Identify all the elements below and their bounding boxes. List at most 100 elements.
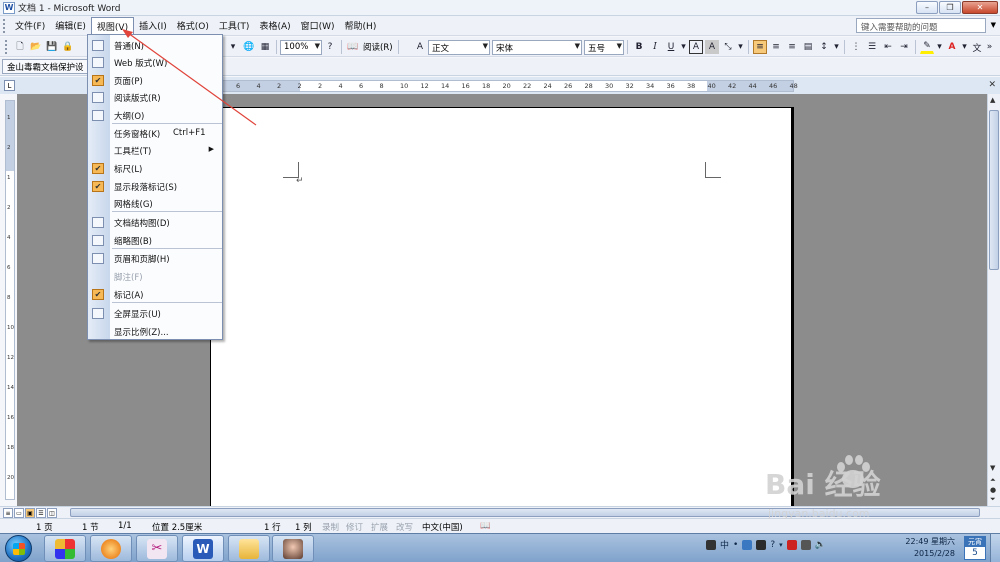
menu-window[interactable]: 窗口(W): [296, 17, 340, 34]
align-justify-icon[interactable]: ≡: [753, 40, 767, 54]
view-menu-item-15[interactable]: 全屏显示(U): [88, 305, 222, 322]
horizontal-ruler[interactable]: 6 4 2 2 2 4 6 8 10 12 14 16 18 20 22 24 26 28 30 32 34 36 38 40…: [211, 80, 798, 92]
keyboard-layout-icon[interactable]: [706, 539, 716, 550]
help-search-input[interactable]: 键入需要帮助的问题: [856, 18, 986, 33]
reading-view-button[interactable]: ◫: [47, 508, 57, 518]
italic-button[interactable]: I: [648, 40, 662, 54]
vertical-scroll-thumb[interactable]: [989, 110, 999, 270]
line-spacing-dropdown-icon[interactable]: ▾: [833, 40, 840, 54]
highlight-icon[interactable]: ✎: [920, 40, 934, 54]
view-menu-item-9[interactable]: 网格线(G): [88, 195, 222, 212]
menu-insert[interactable]: 插入(I): [134, 17, 172, 34]
view-menu-item-5[interactable]: 任务窗格(K) Ctrl+F1: [88, 125, 222, 142]
zoom-select[interactable]: 100% ▼: [280, 39, 322, 55]
duba-protect-button[interactable]: 金山毒霸文档保护设: [2, 59, 90, 74]
new-document-icon[interactable]: 🗋: [13, 40, 27, 54]
view-menu-item-12[interactable]: 页眉和页脚(H): [88, 250, 222, 267]
view-menu-item-2[interactable]: ✔ 页面(P): [88, 72, 222, 89]
view-menu-item-4[interactable]: 大纲(O): [88, 107, 222, 124]
view-menu-item-1[interactable]: Web 版式(W): [88, 54, 222, 71]
spelling-status-icon[interactable]: 📖: [480, 521, 491, 531]
next-page-icon[interactable]: ⏷: [990, 495, 996, 504]
scroll-up-icon[interactable]: ▲: [990, 96, 995, 104]
minimize-button[interactable]: –: [916, 1, 938, 14]
menu-format[interactable]: 格式(O): [172, 17, 214, 34]
menu-tools[interactable]: 工具(T): [214, 17, 255, 34]
status-rec[interactable]: 录制: [322, 521, 339, 533]
network-icon[interactable]: [800, 539, 811, 550]
toolbar-grip[interactable]: [3, 18, 6, 33]
status-trk[interactable]: 修订: [346, 521, 363, 533]
security-icon[interactable]: [786, 539, 797, 550]
help-icon[interactable]: ?: [323, 40, 337, 54]
font-size-select[interactable]: 五号 ▼: [584, 39, 624, 55]
calendar-widget[interactable]: 元宵 5: [964, 536, 986, 560]
start-button[interactable]: [5, 535, 32, 562]
show-desktop-button[interactable]: [990, 534, 1000, 562]
menu-edit[interactable]: 编辑(E): [50, 17, 91, 34]
taskbar-explorer[interactable]: [228, 535, 270, 562]
font-select[interactable]: 宋体 ▼: [492, 39, 582, 55]
font-color-icon[interactable]: A: [945, 40, 959, 54]
normal-view-button[interactable]: ≡: [3, 508, 13, 518]
font-color-dropdown-icon[interactable]: ▾: [961, 40, 968, 54]
ime-indicator[interactable]: 中: [720, 538, 729, 551]
taskbar-app-1[interactable]: [44, 535, 86, 562]
style-select[interactable]: 正文 ▼: [428, 39, 490, 55]
align-center-icon[interactable]: ≡: [769, 40, 783, 54]
close-document-icon[interactable]: ✕: [988, 80, 996, 90]
word-app-icon[interactable]: W: [3, 1, 15, 14]
vertical-scrollbar[interactable]: ▲ ▼ ⏶ ● ⏷: [987, 94, 1000, 506]
open-folder-icon[interactable]: 📂: [29, 40, 43, 54]
toolbar-grip[interactable]: [5, 40, 8, 54]
scroll-down-icon[interactable]: ▼: [990, 464, 995, 472]
save-icon[interactable]: 💾: [45, 40, 59, 54]
view-menu-item-10[interactable]: 文档结构图(D): [88, 214, 222, 231]
taskbar-word-app[interactable]: W: [182, 535, 224, 562]
align-right-icon[interactable]: ≡: [785, 40, 799, 54]
view-menu-item-0[interactable]: 普通(N): [88, 37, 222, 54]
bullets-icon[interactable]: ☰: [865, 40, 879, 54]
help-dropdown-icon[interactable]: ▼: [991, 21, 996, 29]
read-layout-icon[interactable]: 📖: [346, 40, 360, 54]
web-view-button[interactable]: ▭: [14, 508, 24, 518]
input-tool-icon[interactable]: [742, 539, 753, 550]
restore-button[interactable]: ❐: [939, 1, 961, 14]
ime-dot-icon[interactable]: •: [733, 540, 738, 550]
document-page[interactable]: ↵: [210, 107, 794, 527]
tray-chevron-icon[interactable]: ▾: [779, 541, 783, 549]
help-tray-icon[interactable]: ?: [770, 540, 775, 550]
taskbar-photo-app[interactable]: [272, 535, 314, 562]
select-browse-object-icon[interactable]: ●: [990, 486, 996, 494]
char-shading-button[interactable]: A: [705, 40, 719, 54]
phonetic-guide-icon[interactable]: 文: [970, 40, 984, 54]
status-ovr[interactable]: 改写: [396, 521, 413, 533]
char-border-button[interactable]: A: [689, 40, 703, 54]
view-menu-item-6[interactable]: 工具栏(T) ▶: [88, 142, 222, 159]
decrease-indent-icon[interactable]: ⇤: [881, 40, 895, 54]
mail-icon[interactable]: [756, 539, 767, 550]
outline-view-button[interactable]: ☰: [36, 508, 46, 518]
view-menu-item-8[interactable]: ✔ 显示段落标记(S): [88, 178, 222, 195]
highlight-dropdown-icon[interactable]: ▾: [936, 40, 943, 54]
bold-button[interactable]: B: [632, 40, 646, 54]
distributed-align-icon[interactable]: ▤: [801, 40, 815, 54]
char-scale-dropdown-icon[interactable]: ▾: [737, 40, 744, 54]
permission-icon[interactable]: 🔒: [61, 40, 75, 54]
numbering-icon[interactable]: ⋮: [849, 40, 863, 54]
view-menu-item-11[interactable]: 缩略图(B): [88, 232, 222, 249]
toolbar-options-icon[interactable]: »: [986, 40, 993, 54]
taskbar-app-2[interactable]: [90, 535, 132, 562]
line-spacing-icon[interactable]: ↕: [817, 40, 831, 54]
underline-button[interactable]: U: [664, 40, 678, 54]
view-menu-item-14[interactable]: ✔ 标记(A): [88, 286, 222, 303]
view-menu-item-7[interactable]: ✔ 标尺(L): [88, 160, 222, 177]
previous-page-icon[interactable]: ⏶: [990, 476, 996, 485]
vertical-ruler[interactable]: 1 2 1 2 4 6 8 10 12 14 16 18 20: [5, 100, 15, 500]
tab-selector[interactable]: L: [4, 80, 15, 91]
close-button[interactable]: ✕: [962, 1, 998, 14]
char-scale-icon[interactable]: ⤡: [721, 40, 735, 54]
web-icon[interactable]: 🌐: [242, 40, 256, 54]
table-icon[interactable]: ▦: [258, 40, 272, 54]
status-ext[interactable]: 扩展: [371, 521, 388, 533]
